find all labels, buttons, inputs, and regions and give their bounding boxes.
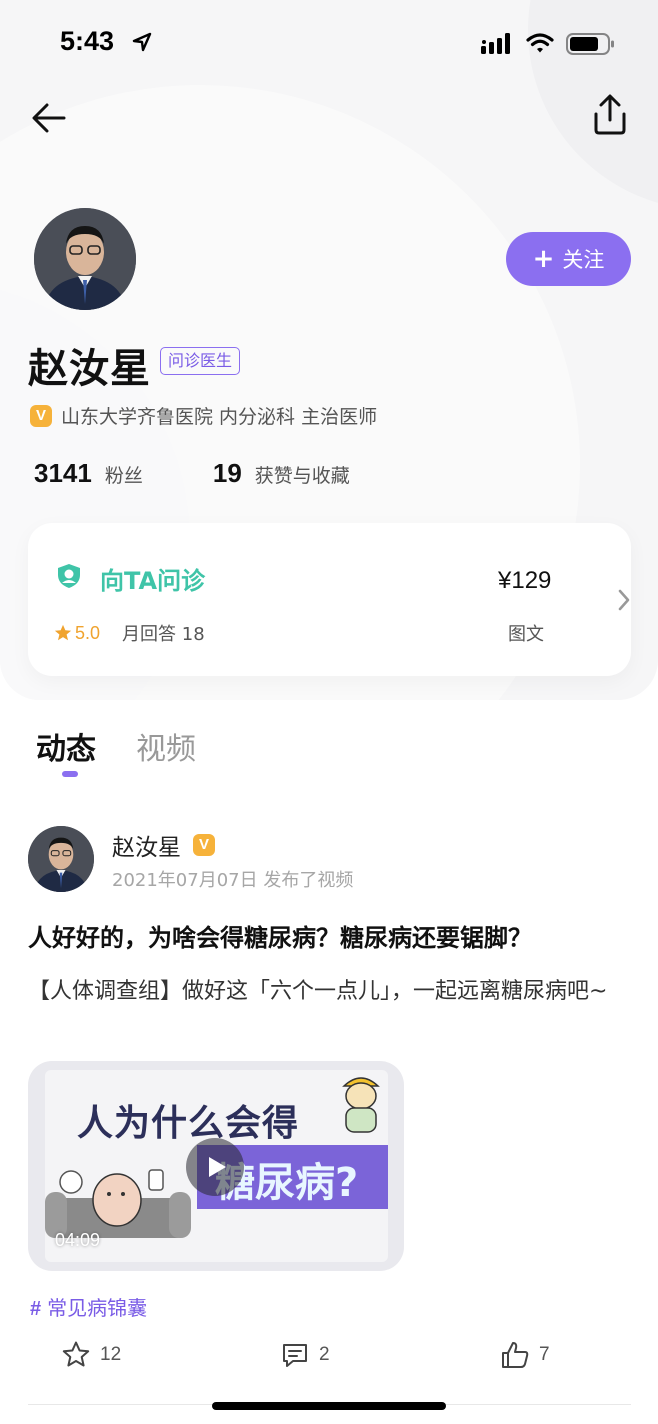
hashtag-icon: # xyxy=(30,1298,42,1320)
home-indicator xyxy=(212,1402,446,1410)
location-arrow-icon xyxy=(132,32,152,52)
active-tab-indicator xyxy=(62,771,78,777)
monthly-answers: 月回答 18 xyxy=(122,624,205,645)
play-button[interactable] xyxy=(186,1138,244,1196)
doctor-avatar[interactable] xyxy=(34,208,136,310)
follow-label: 关注 xyxy=(562,248,605,272)
cellular-signal-icon xyxy=(481,33,510,54)
plus-icon: + xyxy=(532,244,555,274)
likes-label[interactable]: 获赞与收藏 xyxy=(255,461,350,488)
status-time: 5:43 xyxy=(60,26,115,56)
fans-label[interactable]: 粉丝 xyxy=(105,461,143,488)
consult-type: 图文 xyxy=(508,624,544,645)
chevron-right-icon xyxy=(618,589,630,611)
topic-tag[interactable]: # 常见病锦囊 xyxy=(30,1292,147,1321)
favorite-count: 12 xyxy=(100,1344,122,1365)
hospital-text: 山东大学齐鲁医院 内分泌科 主治医师 xyxy=(61,406,378,428)
profile-stats: 3141 粉丝 19 获赞与收藏 xyxy=(34,458,350,489)
video-cover-title: 人为什么会得 xyxy=(77,1103,300,1144)
back-arrow-icon[interactable] xyxy=(30,98,70,138)
consult-rating: 5.0 月回答 18 xyxy=(54,620,205,646)
fans-count[interactable]: 3141 xyxy=(34,458,92,489)
avatar-portrait xyxy=(34,208,136,310)
verified-v-icon: V xyxy=(30,404,52,427)
consult-price: ¥129 xyxy=(498,567,552,594)
wifi-icon xyxy=(526,33,554,53)
cartoon-character-illustration xyxy=(342,1077,380,1133)
rating-value: 5.0 xyxy=(75,622,101,643)
post-author-name[interactable]: 赵汝星 xyxy=(112,828,181,862)
doctor-consult-icon xyxy=(58,564,80,588)
comment-button[interactable]: 2 xyxy=(280,1340,330,1370)
hospital-info: V 山东大学齐鲁医院 内分泌科 主治医师 xyxy=(30,402,377,429)
post-meta: 2021年07月07日 发布了视频 xyxy=(112,870,354,891)
favorite-button[interactable]: 12 xyxy=(61,1340,121,1370)
tab-videos[interactable]: 视频 xyxy=(136,724,196,768)
consult-card[interactable]: 向TA问诊 5.0 月回答 18 ¥129 图文 xyxy=(28,523,631,676)
like-button[interactable]: 7 xyxy=(500,1340,550,1370)
share-icon[interactable] xyxy=(588,92,632,136)
star-icon xyxy=(54,624,72,641)
battery-icon xyxy=(566,33,614,55)
like-count: 7 xyxy=(539,1344,550,1365)
status-bar: 5:43 xyxy=(0,0,658,88)
post-description[interactable]: 【人体调查组】做好这「六个一点儿」，一起远离糖尿病吧~ xyxy=(28,974,628,1010)
thumbs-up-icon xyxy=(502,1342,529,1368)
likes-count[interactable]: 19 xyxy=(213,458,242,489)
comment-icon xyxy=(283,1344,307,1367)
tab-posts[interactable]: 动态 xyxy=(36,724,96,768)
consult-doctor-badge: 问诊医生 xyxy=(160,347,241,375)
topic-label: 常见病锦囊 xyxy=(47,1296,148,1320)
content-tabs: 动态 视频 xyxy=(36,724,236,768)
avatar-portrait xyxy=(28,826,94,892)
play-icon xyxy=(209,1157,226,1177)
post-author[interactable]: 赵汝星 V xyxy=(112,828,215,862)
video-duration: 04:09 xyxy=(55,1230,101,1250)
star-outline-icon xyxy=(62,1341,90,1367)
consult-title: 向TA问诊 xyxy=(100,567,206,595)
post-title[interactable]: 人好好的，为啥会得糖尿病？糖尿病还要锯脚？ xyxy=(28,918,638,953)
post-author-avatar[interactable] xyxy=(28,826,94,892)
verified-v-icon: V xyxy=(193,834,215,856)
comment-count: 2 xyxy=(319,1344,330,1365)
doctor-name: 赵汝星 xyxy=(28,346,151,392)
follow-button[interactable]: + 关注 xyxy=(506,232,631,286)
